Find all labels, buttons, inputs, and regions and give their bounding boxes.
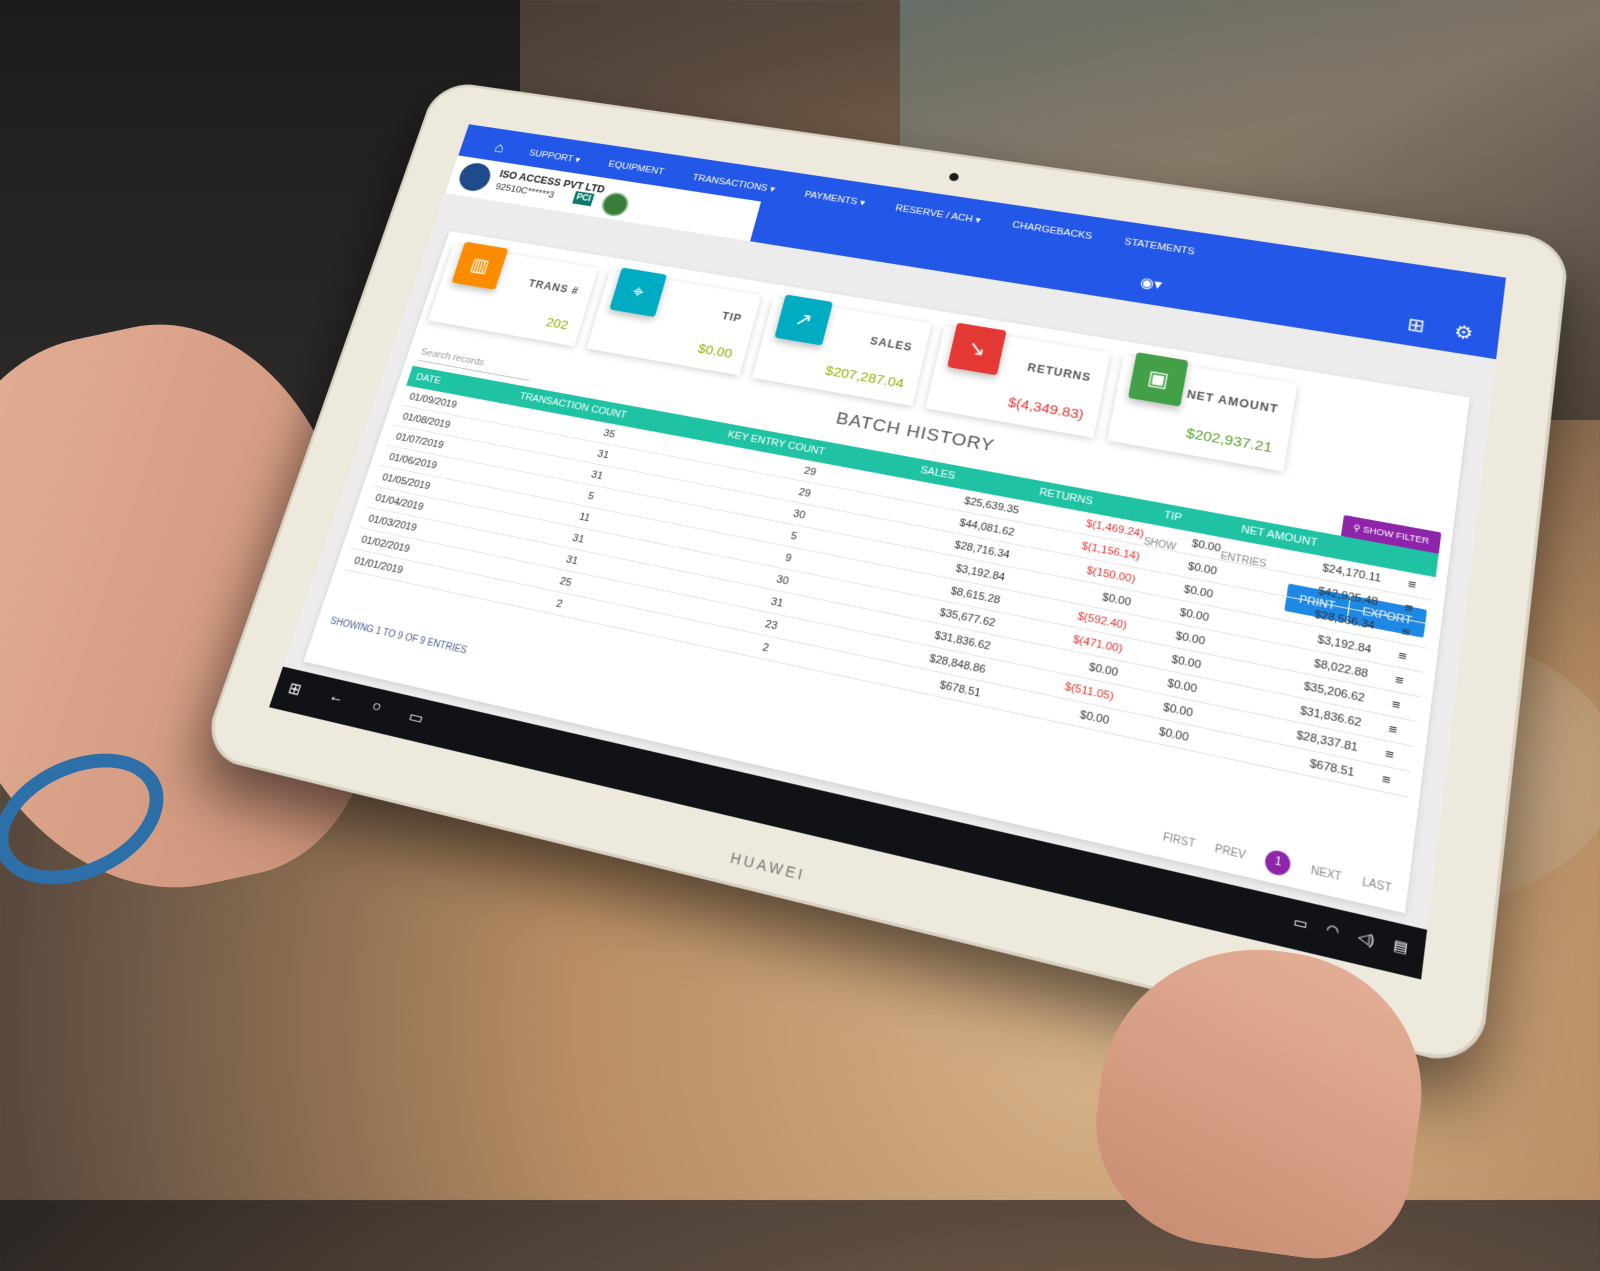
camera-dot <box>948 172 960 182</box>
trending-down-icon: ↘ <box>947 322 1007 376</box>
nav-reserve-ach[interactable]: RESERVE / ACH ▾ <box>894 202 981 225</box>
approved-seal-icon <box>598 190 632 219</box>
stat-label: RETURNS <box>1026 361 1093 384</box>
back-arrow-icon[interactable]: ← <box>326 688 346 710</box>
avatar <box>455 161 495 193</box>
bar-chart-icon: ▥ <box>451 241 509 290</box>
page-last[interactable]: LAST <box>1361 876 1392 895</box>
cortana-circle-icon[interactable]: ○ <box>369 698 384 719</box>
screen: ⌂ SUPPORT ▾ EQUIPMENT TRANSACTIONS ▾ PAY… <box>269 124 1506 980</box>
stat-card-returns: ↘ RETURNS $(4,349.83) <box>925 322 1111 438</box>
wifi-icon[interactable]: ◠ <box>1325 920 1340 941</box>
tablet-brand: HUAWEI <box>728 849 808 884</box>
nav-support[interactable]: SUPPORT ▾ <box>528 148 582 165</box>
page-prev[interactable]: PREV <box>1214 843 1246 862</box>
page-next[interactable]: NEXT <box>1310 864 1342 883</box>
stat-value: 202 <box>544 315 571 333</box>
nav-equipment[interactable]: EQUIPMENT <box>607 159 665 177</box>
tablet: HUAWEI ⌂ SUPPORT ▾ EQUIPMENT TRANSACTION… <box>199 79 1571 1071</box>
stat-label: TIP <box>720 309 744 325</box>
stat-label: SALES <box>868 334 914 354</box>
top-right-icons: ⊞ ⚙ <box>1406 313 1475 345</box>
stat-value: $0.00 <box>696 341 734 362</box>
nav-transactions[interactable]: TRANSACTIONS ▾ <box>691 172 776 195</box>
gear-icon[interactable]: ⚙ <box>1453 320 1475 345</box>
account-menu-icon[interactable]: ◉▾ <box>1139 274 1164 294</box>
stat-label: TRANS # <box>527 277 581 297</box>
nav-chargebacks[interactable]: CHARGEBACKS <box>1011 220 1093 243</box>
page-first[interactable]: FIRST <box>1162 831 1196 850</box>
nav-payments[interactable]: PAYMENTS ▾ <box>803 189 866 209</box>
stat-value: $(4,349.83) <box>1006 394 1085 423</box>
stat-label: NET AMOUNT <box>1185 387 1280 416</box>
stat-card-sales: ↗ SALES $207,287.04 <box>752 294 932 406</box>
tag-icon: ⌖ <box>609 267 668 318</box>
nav-statements[interactable]: STATEMENTS <box>1123 237 1195 258</box>
stat-card-net-amount: ▣ NET AMOUNT $202,937.21 <box>1107 352 1298 472</box>
entries-summary: SHOWING 1 TO 9 OF 9 ENTRIES <box>328 616 468 657</box>
stat-value: $207,287.04 <box>823 363 906 392</box>
stat-value: $202,937.21 <box>1184 425 1274 456</box>
add-note-icon[interactable]: ⊞ <box>1406 313 1427 338</box>
windows-start-icon[interactable]: ⊞ <box>286 679 304 700</box>
stat-card-tip: ⌖ TIP $0.00 <box>586 267 762 376</box>
notifications-icon[interactable]: ▤ <box>1392 936 1409 957</box>
task-view-icon[interactable]: ▭ <box>406 706 426 728</box>
home-icon[interactable]: ⌂ <box>492 139 507 156</box>
trending-up-icon: ↗ <box>774 294 834 346</box>
volume-icon[interactable]: ◁) <box>1357 928 1376 950</box>
page-current[interactable]: 1 <box>1263 848 1293 878</box>
stat-card-trans: ▥ TRANS # 202 <box>428 241 599 347</box>
wallet-icon: ▣ <box>1127 352 1189 407</box>
battery-icon[interactable]: ▭ <box>1292 913 1309 934</box>
pci-badge: PCI <box>572 191 595 207</box>
